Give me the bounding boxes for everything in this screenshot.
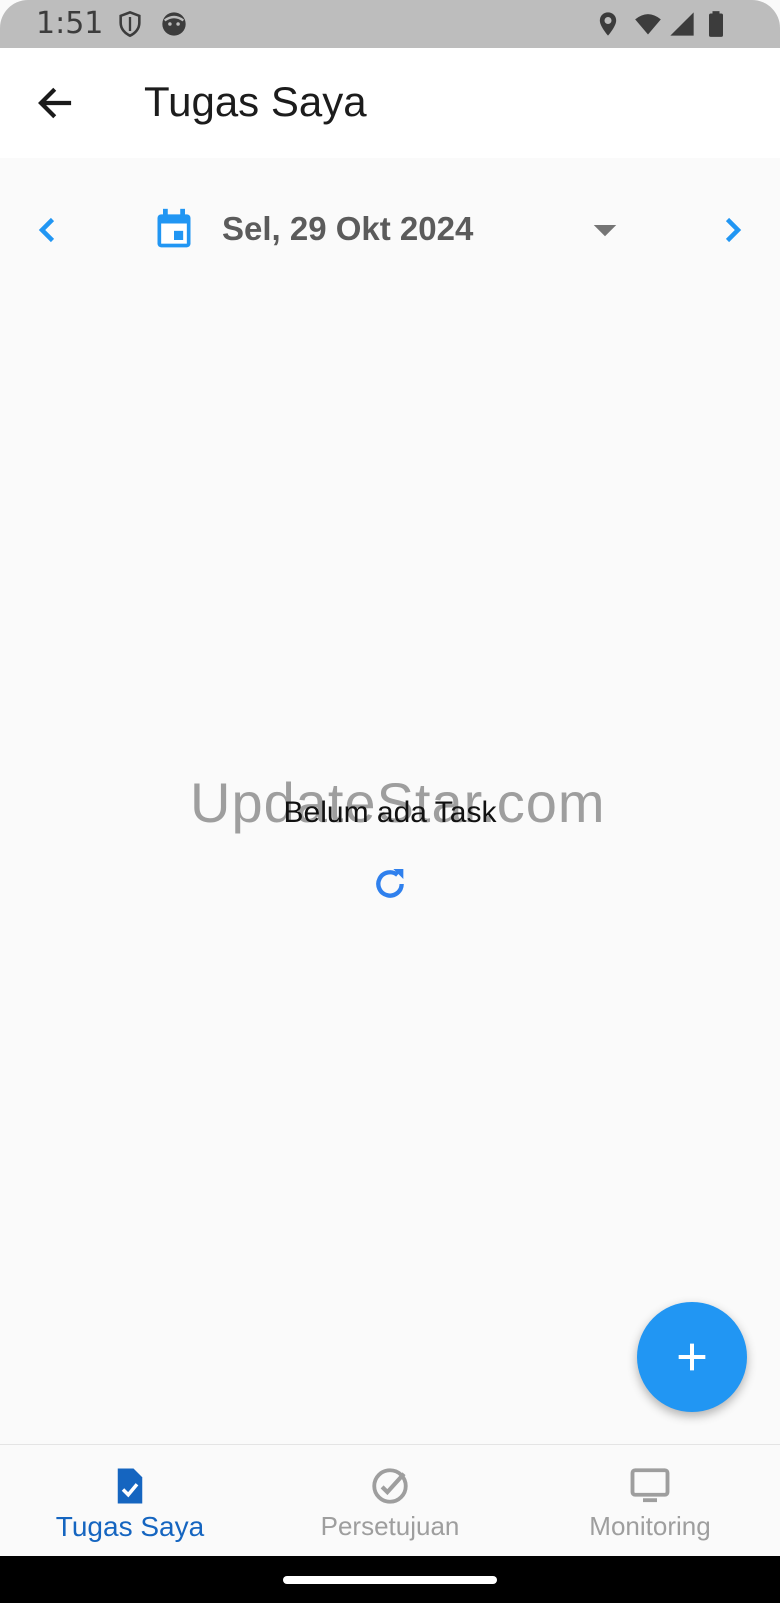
arrow-back-icon[interactable]: [34, 82, 76, 124]
bottom-navigation: Tugas Saya Persetujuan Monitoring: [0, 1444, 780, 1557]
nav-label: Persetujuan: [320, 1511, 460, 1541]
wifi-icon: [635, 14, 661, 35]
task-icon: [117, 1468, 143, 1504]
selected-date[interactable]: Sel, 29 Okt 2024: [222, 210, 473, 248]
add-task-button[interactable]: [637, 1302, 747, 1412]
app-bar: Tugas Saya: [0, 48, 780, 158]
empty-state-message: Belum ada Task: [283, 796, 497, 829]
face-icon: [162, 12, 186, 36]
nav-label: Tugas Saya: [55, 1511, 205, 1542]
plus-icon: [678, 1343, 706, 1371]
location-icon: [599, 12, 617, 36]
signal-icon: [670, 12, 694, 36]
calendar-icon[interactable]: [152, 206, 196, 252]
nav-item-persetujuan[interactable]: Persetujuan: [260, 1445, 520, 1557]
page-title: Tugas Saya: [144, 78, 367, 125]
check-circle-icon: [372, 1468, 408, 1504]
nav-item-monitoring[interactable]: Monitoring: [520, 1445, 780, 1557]
chevron-left-icon[interactable]: [30, 212, 66, 248]
nav-item-tugas-saya[interactable]: Tugas Saya: [0, 1445, 260, 1557]
chevron-right-icon[interactable]: [714, 212, 750, 248]
gesture-bar: [0, 1556, 780, 1603]
battery-icon: [709, 11, 723, 37]
shield-icon: [119, 10, 141, 38]
nav-label: Monitoring: [589, 1511, 711, 1541]
refresh-icon[interactable]: [370, 864, 410, 904]
monitor-icon: [630, 1468, 670, 1503]
arrow-drop-down-icon[interactable]: [590, 218, 620, 242]
status-bar: 1:51: [0, 0, 780, 48]
status-time: 1:51: [36, 6, 104, 41]
home-indicator[interactable]: [283, 1576, 497, 1584]
date-selector: Sel, 29 Okt 2024: [0, 200, 780, 260]
